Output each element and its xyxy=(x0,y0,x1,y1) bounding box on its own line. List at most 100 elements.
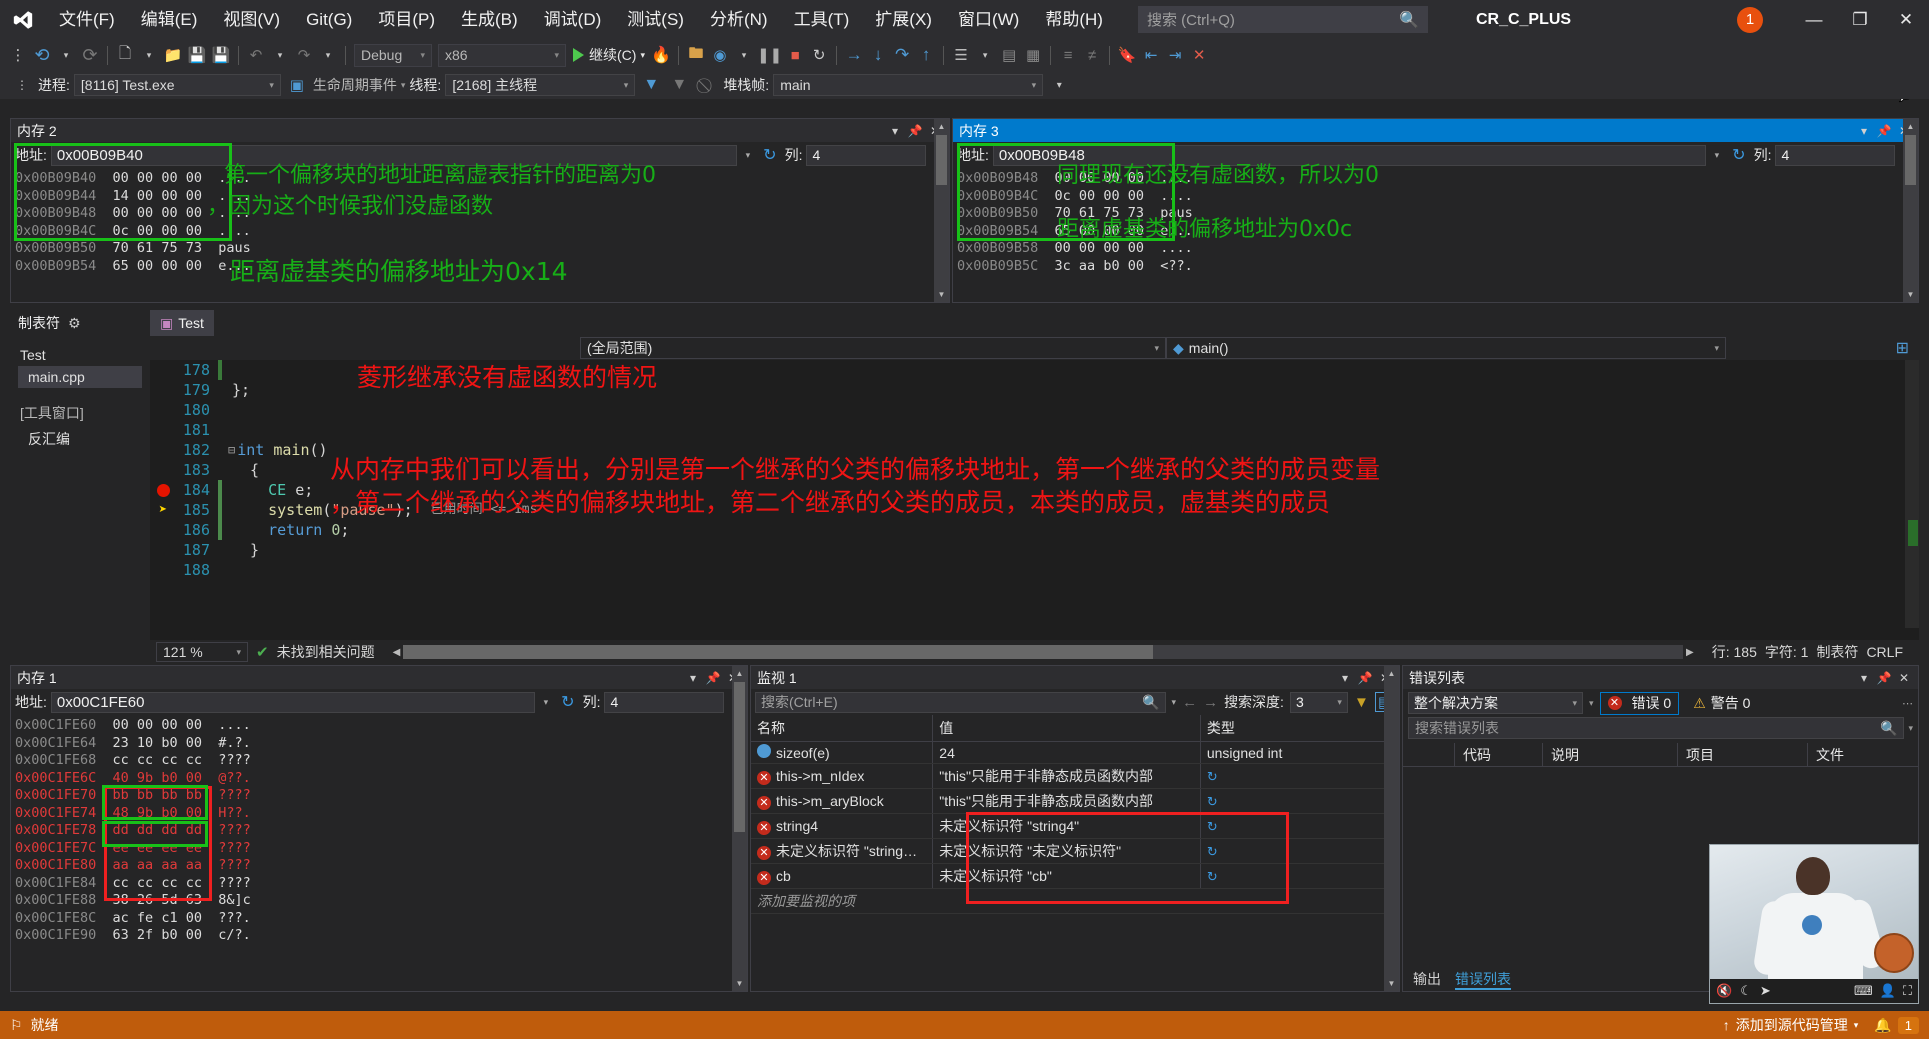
new-caret-icon[interactable]: ▾ xyxy=(138,42,160,68)
tabs-item-main-cpp[interactable]: main.cpp xyxy=(18,366,142,388)
zoom-combo[interactable]: 121 % ▾ xyxy=(156,642,248,662)
keyboard-icon[interactable]: ⌨ xyxy=(1854,983,1873,999)
error-col-icon[interactable] xyxy=(1403,742,1455,767)
scroll-thumb[interactable] xyxy=(1905,135,1916,185)
menu-analyze[interactable]: 分析(N) xyxy=(697,0,781,39)
menu-help[interactable]: 帮助(H) xyxy=(1032,0,1116,39)
hot-reload-icon[interactable]: 🔥 xyxy=(650,42,672,68)
show-hidden-icon[interactable]: ▤ xyxy=(998,42,1020,68)
debug-overflow-icon[interactable]: ▾ xyxy=(1048,72,1070,98)
watch-value-cell[interactable]: 未定义标识符 "未定义标识符" xyxy=(932,838,1201,864)
scroll-up-icon[interactable]: ▲ xyxy=(732,666,747,681)
chevron-down-icon[interactable]: ▾ xyxy=(685,671,701,685)
comment-icon[interactable]: ▦ xyxy=(1022,42,1044,68)
search-depth-combo[interactable]: 3 ▾ xyxy=(1289,691,1348,713)
watch-value-cell[interactable]: "this"只能用于非静态成员函数内部 xyxy=(932,788,1201,814)
chevron-down-icon[interactable]: ▾ xyxy=(401,80,406,91)
menu-view[interactable]: 视图(V) xyxy=(210,0,293,39)
memory-3-address-input[interactable]: 0x00B09B48 xyxy=(992,144,1706,166)
breakpoint-gutter[interactable] xyxy=(150,483,176,497)
member-combo[interactable]: ◆ main() ▾ xyxy=(1166,337,1726,359)
menu-git[interactable]: Git(G) xyxy=(293,0,365,39)
scroll-down-icon[interactable]: ▼ xyxy=(1384,976,1399,991)
restore-button[interactable]: ❐ xyxy=(1837,0,1883,39)
flag-filter-icon[interactable]: ▼ xyxy=(640,72,662,98)
threads-icon[interactable]: ☰ xyxy=(950,42,972,68)
save-all-icon[interactable]: 💾 xyxy=(210,42,232,68)
memory-2-scrollbar[interactable]: ▲ ▼ xyxy=(934,119,949,302)
memory-3-scrollbar[interactable]: ▲ ▼ xyxy=(1903,119,1918,302)
code-editor[interactable]: 178 179 }; 180 181 182 ⊟ int main() 183 … xyxy=(150,360,1919,628)
camera-off-icon[interactable]: ☾ xyxy=(1740,983,1752,999)
watch-col-name[interactable]: 名称 xyxy=(751,715,934,742)
menu-file[interactable]: 文件(F) xyxy=(46,0,128,39)
undo-caret-icon[interactable]: ▾ xyxy=(269,42,291,68)
scroll-thumb[interactable] xyxy=(734,682,745,832)
scroll-down-icon[interactable]: ▼ xyxy=(732,976,747,991)
refresh-icon[interactable]: ↻ xyxy=(1728,145,1749,165)
error-col-code[interactable]: 代码 xyxy=(1455,742,1543,767)
redo-icon[interactable]: ↷ xyxy=(293,42,315,68)
error-col-project[interactable]: 项目 xyxy=(1678,742,1808,767)
watch-value-cell[interactable]: 未定义标识符 "cb" xyxy=(932,863,1201,889)
menu-extensions[interactable]: 扩展(X) xyxy=(862,0,945,39)
pin-icon[interactable]: 📌 xyxy=(1876,124,1892,138)
scroll-up-icon[interactable]: ▲ xyxy=(1903,119,1918,134)
outdent-icon[interactable]: ≠ xyxy=(1081,42,1103,68)
step-out-icon[interactable]: ↑ xyxy=(915,42,937,68)
prev-match-icon[interactable]: ← xyxy=(1182,694,1197,711)
navigate-back-icon[interactable]: ⟲ xyxy=(31,42,53,68)
stackframe-combo[interactable]: main ▾ xyxy=(773,74,1044,96)
lifecycle-events-icon[interactable]: ▣ xyxy=(286,72,308,98)
show-next-statement-icon[interactable]: → xyxy=(843,42,865,68)
menu-window[interactable]: 窗口(W) xyxy=(945,0,1032,39)
watch-row[interactable]: ✕ cb 未定义标识符 "cb" ↻ xyxy=(751,863,1399,889)
chevron-down-icon[interactable]: ▾ xyxy=(1337,671,1353,685)
thread-combo[interactable]: [2168] 主线程 ▾ xyxy=(445,74,636,96)
chevron-down-icon[interactable]: ▾ xyxy=(1710,150,1725,161)
close-icon[interactable]: ✕ xyxy=(1896,671,1912,685)
watch-row[interactable]: ✕ 未定义标识符 "string… 未定义标识符 "未定义标识符" ↻ xyxy=(751,838,1399,864)
next-match-icon[interactable]: → xyxy=(1203,694,1218,711)
pin-icon[interactable]: 📌 xyxy=(1876,671,1892,685)
chevron-down-icon[interactable]: ▾ xyxy=(887,124,903,138)
chevron-down-icon[interactable]: ▾ xyxy=(1172,697,1177,708)
split-editor-icon[interactable]: ⊞ xyxy=(1896,338,1919,358)
menu-tools[interactable]: 工具(T) xyxy=(781,0,863,39)
menu-build[interactable]: 生成(B) xyxy=(448,0,531,39)
pause-icon[interactable]: ❚❚ xyxy=(757,42,782,68)
refresh-icon[interactable]: ↻ xyxy=(1207,769,1218,784)
breakpoint-icon[interactable] xyxy=(156,483,170,497)
chevron-down-icon[interactable]: ▾ xyxy=(1856,671,1872,685)
watch-add-row[interactable]: 添加要监视的项 xyxy=(751,888,1399,914)
horizontal-scrollbar[interactable] xyxy=(403,645,1684,659)
notifications-button[interactable]: 🔔 1 xyxy=(1874,1016,1919,1034)
refresh-icon[interactable]: ↻ xyxy=(1207,819,1218,834)
watch-col-value[interactable]: 值 xyxy=(932,715,1201,742)
stop-icon[interactable]: ■ xyxy=(784,42,806,68)
memory-1-address-input[interactable]: 0x00C1FE60 xyxy=(50,691,535,713)
minimize-button[interactable]: — xyxy=(1791,0,1837,39)
scroll-thumb[interactable] xyxy=(403,645,1154,659)
error-col-desc[interactable]: 说明 xyxy=(1543,742,1678,767)
scroll-left-icon[interactable]: ◀ xyxy=(393,647,401,658)
continue-button[interactable]: 继续(C) ▾ xyxy=(569,45,649,65)
expand-icon[interactable]: ⛶ xyxy=(1903,983,1912,999)
scroll-right-icon[interactable]: ▶ xyxy=(1686,647,1694,658)
errors-filter-chip[interactable]: ✕ 错误 0 xyxy=(1599,691,1680,715)
watch-col-type[interactable]: 类型 xyxy=(1200,715,1399,742)
refresh-icon[interactable]: ↻ xyxy=(1207,869,1218,884)
watch-row[interactable]: ✕ this->m_nIdex "this"只能用于非静态成员函数内部 ↻ xyxy=(751,763,1399,789)
menu-debug[interactable]: 调试(D) xyxy=(531,0,615,39)
breakpoint-gutter[interactable]: ➤ xyxy=(150,500,176,520)
bookmark-next-icon[interactable]: ⇥ xyxy=(1164,42,1186,68)
undo-icon[interactable]: ↶ xyxy=(245,42,267,68)
nav-back-caret-icon[interactable]: ▾ xyxy=(55,42,77,68)
editor-marker-bar[interactable] xyxy=(1905,360,1919,628)
scope-combo[interactable]: (全局范围) ▾ xyxy=(580,337,1166,359)
chevron-down-icon[interactable]: ▾ xyxy=(1856,124,1872,138)
tab-error-list[interactable]: 错误列表 xyxy=(1455,968,1511,990)
menu-edit[interactable]: 编辑(E) xyxy=(128,0,211,39)
indent-icon[interactable]: ≡ xyxy=(1057,42,1079,68)
scroll-thumb[interactable] xyxy=(936,135,947,185)
